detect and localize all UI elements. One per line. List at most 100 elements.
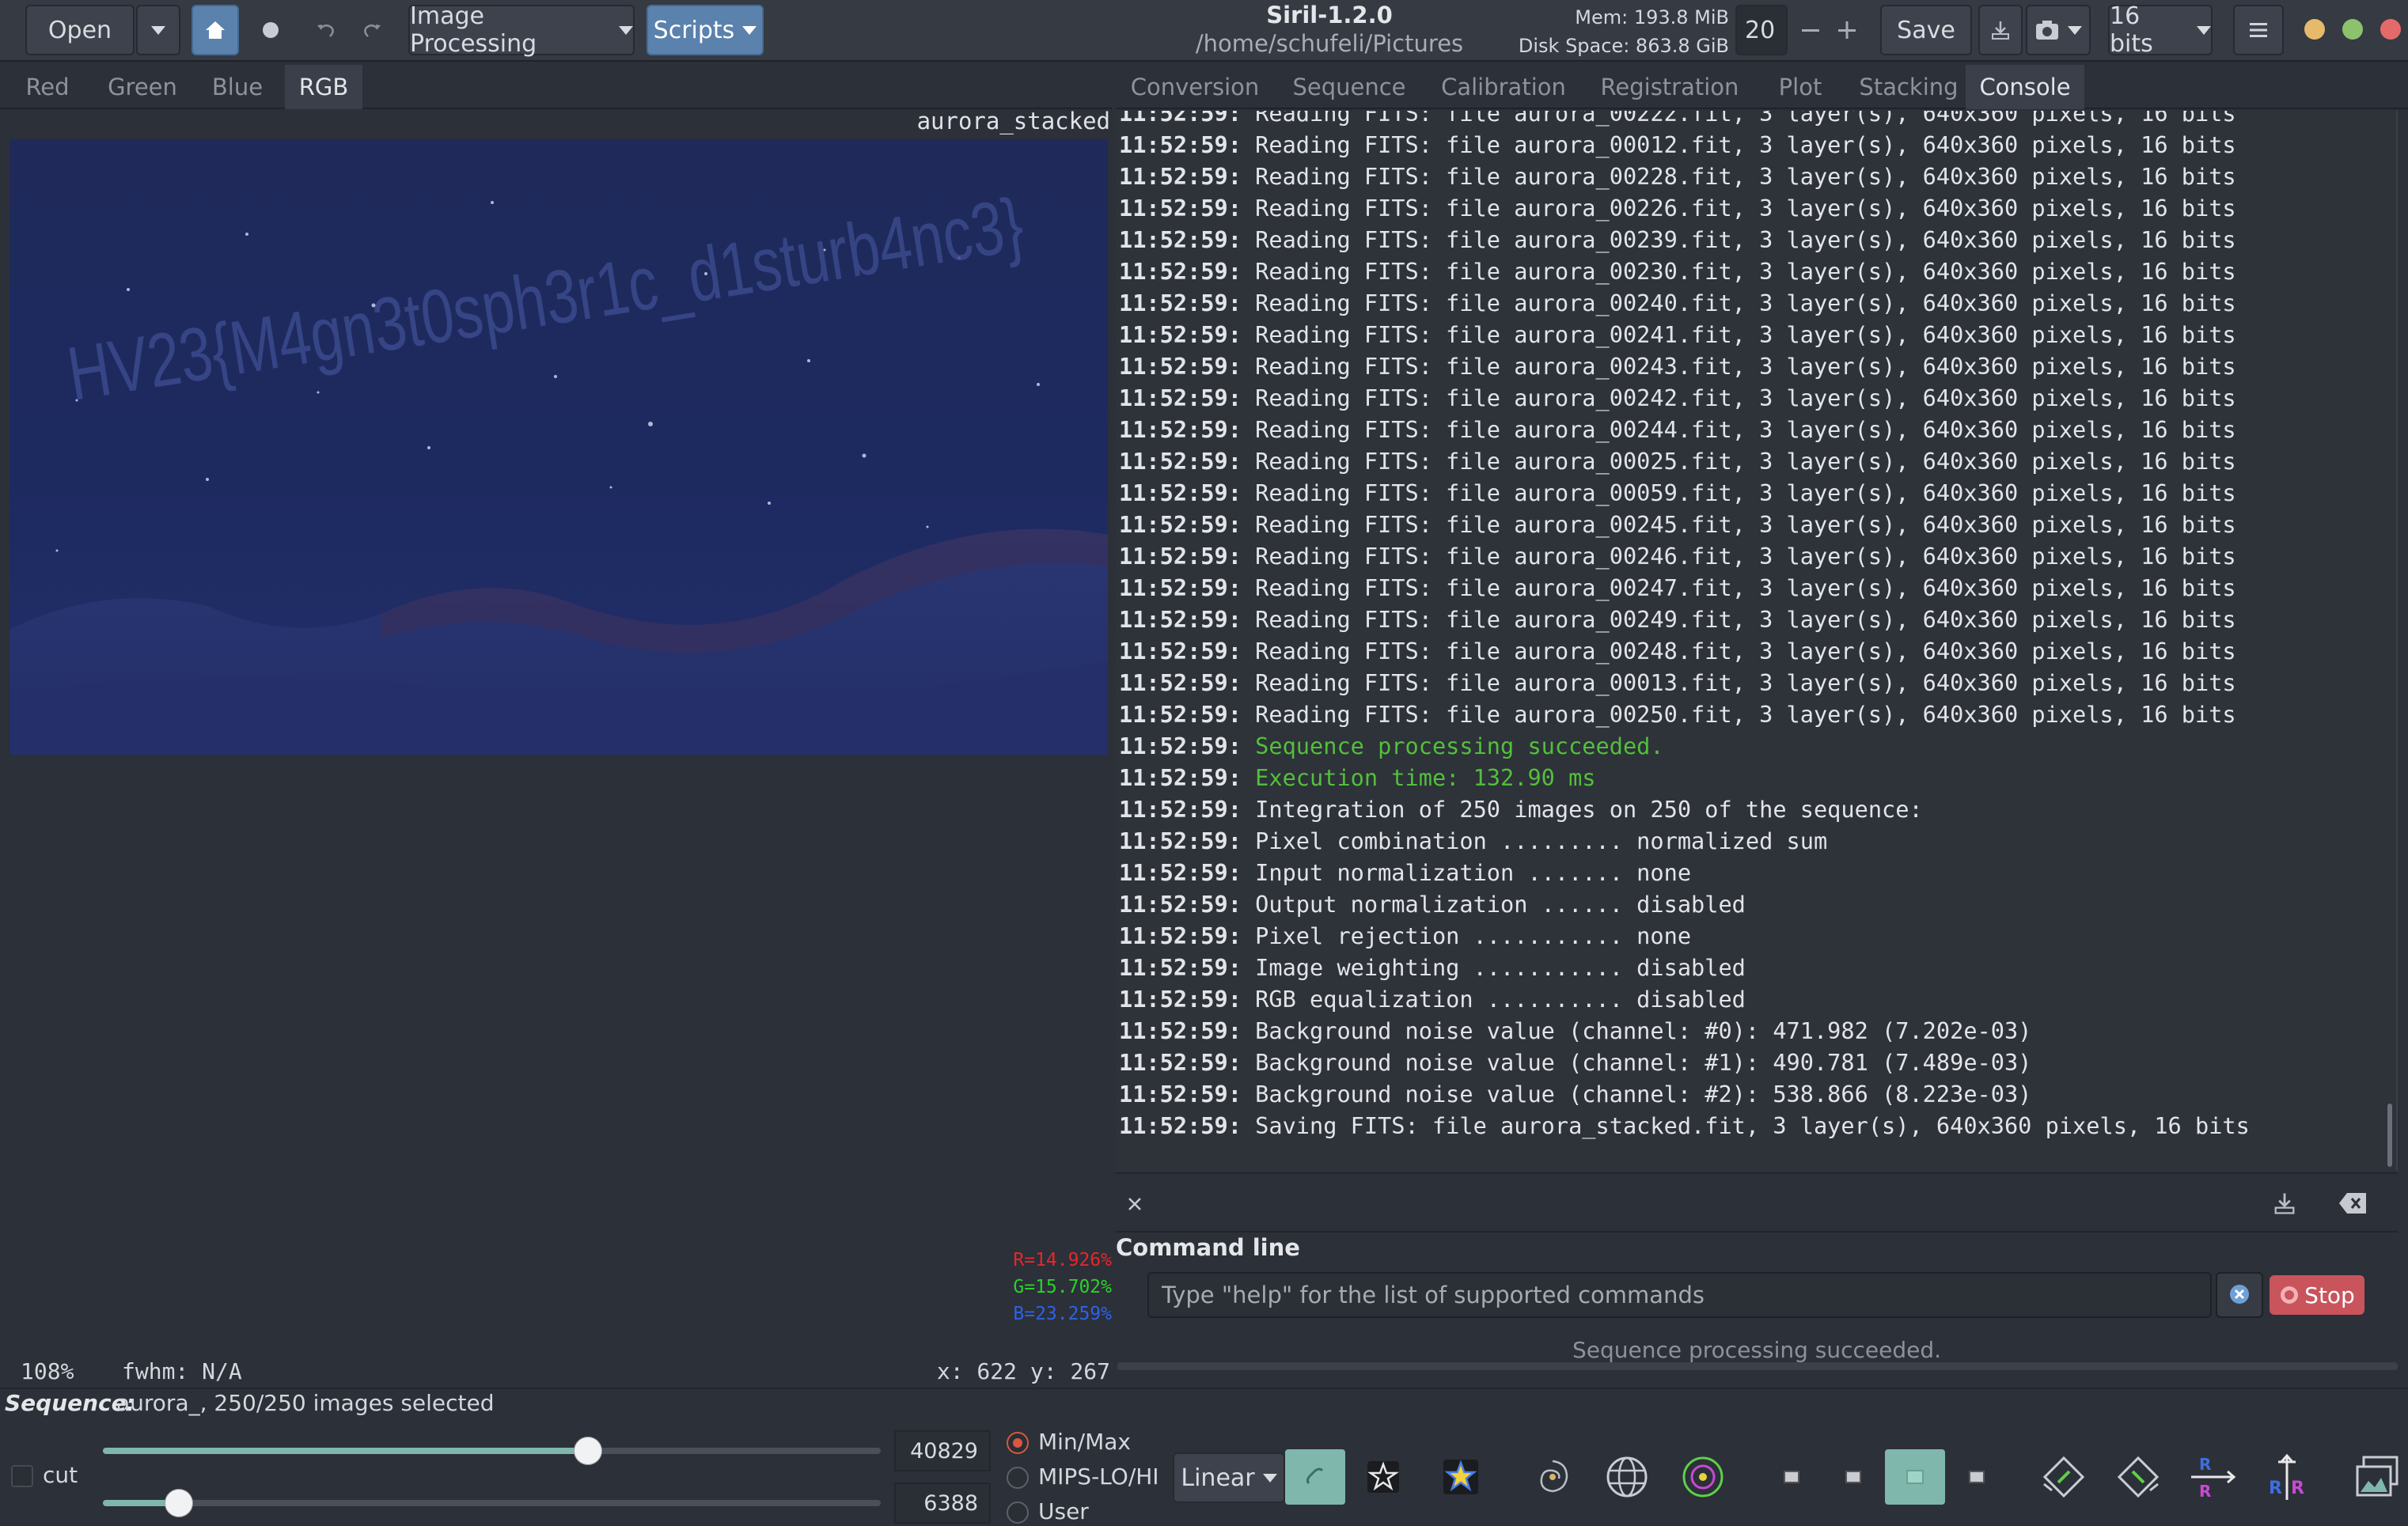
galaxy-tool-button[interactable]: [1523, 1449, 1583, 1505]
tab-calibration[interactable]: Calibration: [1424, 65, 1583, 109]
photometry-button[interactable]: [1673, 1449, 1733, 1505]
clear-command-button[interactable]: [2216, 1272, 2263, 1318]
high-slider[interactable]: [103, 1437, 881, 1465]
radio-min-max[interactable]: [1007, 1432, 1029, 1454]
stop-button[interactable]: Stop: [2270, 1275, 2364, 1315]
tab-red[interactable]: Red: [0, 65, 95, 109]
thread-count-input[interactable]: 20: [1735, 5, 1788, 55]
command-input[interactable]: [1147, 1272, 2212, 1318]
status-message: Sequence processing succeeded.: [1572, 1337, 1942, 1363]
rotate-right-icon: [2117, 1456, 2160, 1498]
chain-channels-button[interactable]: [1285, 1449, 1345, 1505]
log-timestamp: 11:52:59:: [1119, 606, 1242, 633]
main-menu-button[interactable]: [2233, 5, 2284, 55]
fwhm-readout: fwhm: N/A: [122, 1358, 242, 1384]
log-message: Reading FITS: file aurora_00012.fit, 3 l…: [1241, 131, 2236, 158]
recent-files-dropdown[interactable]: [136, 5, 180, 55]
home-button[interactable]: [192, 5, 239, 55]
log-timestamp: 11:52:59:: [1119, 1049, 1242, 1076]
small-tool-2[interactable]: [1823, 1449, 1883, 1505]
sequence-value: aurora_, 250/250 images selected: [116, 1390, 495, 1416]
log-message: Sequence processing succeeded.: [1241, 733, 1664, 759]
clear-icon: [2230, 1285, 2249, 1304]
high-value-input[interactable]: 40829: [894, 1430, 991, 1471]
save-log-icon[interactable]: [2271, 1190, 2298, 1217]
save-button[interactable]: Save: [1880, 5, 1972, 55]
small-tool-1[interactable]: [1761, 1449, 1822, 1505]
bit-depth-menu[interactable]: 16 bits: [2108, 2, 2213, 58]
clear-log-icon[interactable]: [2338, 1190, 2369, 1217]
log-message: Reading FITS: file aurora_00226.fit, 3 l…: [1241, 195, 2236, 222]
rotate-left-icon: [2042, 1456, 2085, 1498]
log-timestamp: 11:52:59:: [1119, 701, 1242, 728]
mirror-y-button[interactable]: RR: [2257, 1449, 2317, 1505]
stretch-dropdown[interactable]: Linear: [1173, 1452, 1285, 1503]
log-timestamp: 11:52:59:: [1119, 479, 1242, 506]
high-value: 40829: [910, 1438, 978, 1464]
chevron-down-icon: [2068, 25, 2082, 35]
redo-icon: [364, 25, 381, 37]
thread-increment-button[interactable]: [1825, 5, 1869, 55]
redo-button[interactable]: [350, 5, 394, 55]
log-timestamp: 11:52:59:: [1119, 290, 1242, 316]
log-timestamp: 11:52:59:: [1119, 733, 1242, 759]
log-line: 11:52:59: Input normalization ....... no…: [1119, 857, 2385, 888]
tab-stacking[interactable]: Stacking: [1844, 65, 1974, 109]
radio-mips[interactable]: [1007, 1467, 1029, 1489]
console-scrollbar[interactable]: [2387, 1104, 2392, 1167]
tab-blue[interactable]: Blue: [190, 65, 285, 109]
radio-user[interactable]: [1007, 1501, 1029, 1524]
star-negative-icon: [1367, 1461, 1399, 1493]
radio-mips-label: MIPS-LO/HI: [1038, 1464, 1159, 1490]
rotate-left-button[interactable]: [2034, 1449, 2094, 1505]
camera-icon: [2036, 21, 2058, 40]
close-button[interactable]: [2380, 19, 2401, 40]
image-canvas[interactable]: HV23{M4gn3t0sph3r1c_d1sturb4nc3}: [9, 139, 1108, 755]
record-icon: [263, 22, 279, 38]
log-message: Background noise value (channel: #2): 53…: [1241, 1081, 2032, 1108]
maximize-button[interactable]: [2342, 19, 2363, 40]
astrometry-button[interactable]: [1597, 1449, 1657, 1505]
star-color-icon: [1443, 1460, 1478, 1494]
small-tool-4[interactable]: [1947, 1449, 2007, 1505]
close-icon[interactable]: [1125, 1195, 1144, 1214]
log-message: Reading FITS: file aurora_00059.fit, 3 l…: [1241, 479, 2236, 506]
console-log[interactable]: 11:52:59: Reading FITS: file aurora_0022…: [1116, 111, 2398, 1171]
image-processing-menu[interactable]: Image Processing: [408, 2, 635, 58]
low-slider[interactable]: [103, 1489, 881, 1517]
tab-plot[interactable]: Plot: [1757, 65, 1844, 109]
mirror-x-button[interactable]: RR: [2182, 1449, 2243, 1505]
histogram-button[interactable]: [2347, 1449, 2407, 1505]
rotate-right-button[interactable]: [2108, 1449, 2168, 1505]
log-message: Reading FITS: file aurora_00250.fit, 3 l…: [1241, 701, 2236, 728]
low-value-input[interactable]: 6388: [894, 1482, 991, 1524]
log-message: Reading FITS: file aurora_00246.fit, 3 l…: [1241, 543, 2236, 570]
hamburger-menu-icon: [2250, 23, 2267, 37]
minimize-button[interactable]: [2304, 19, 2325, 40]
tab-rgb[interactable]: RGB: [285, 65, 362, 109]
log-timestamp: 11:52:59:: [1119, 416, 1242, 443]
small-tool-3[interactable]: [1885, 1449, 1945, 1505]
false-color-button[interactable]: [1431, 1449, 1491, 1505]
log-line: 11:52:59: Reading FITS: file aurora_0005…: [1119, 477, 2385, 509]
save-as-button[interactable]: [1978, 5, 2023, 55]
image-stack-icon: [2356, 1456, 2399, 1497]
tab-sequence[interactable]: Sequence: [1274, 65, 1424, 109]
tab-conversion[interactable]: Conversion: [1116, 65, 1274, 109]
log-timestamp: 11:52:59:: [1119, 226, 1242, 253]
undo-button[interactable]: [304, 5, 348, 55]
chevron-down-icon: [619, 25, 633, 35]
snapshot-menu[interactable]: [2026, 5, 2091, 55]
tab-registration[interactable]: Registration: [1583, 65, 1757, 109]
scripts-menu[interactable]: Scripts: [647, 5, 764, 55]
tab-green[interactable]: Green: [95, 65, 190, 109]
log-timestamp: 11:52:59:: [1119, 796, 1242, 823]
open-button[interactable]: Open: [25, 5, 135, 55]
tab-console[interactable]: Console: [1966, 65, 2084, 109]
svg-text:R: R: [2269, 1479, 2282, 1498]
livestack-button[interactable]: [247, 5, 294, 55]
log-message: Input normalization ....... none: [1241, 859, 1692, 886]
negative-view-button[interactable]: [1353, 1449, 1413, 1505]
log-timestamp: 11:52:59:: [1119, 827, 1242, 854]
cut-checkbox[interactable]: [11, 1465, 33, 1487]
